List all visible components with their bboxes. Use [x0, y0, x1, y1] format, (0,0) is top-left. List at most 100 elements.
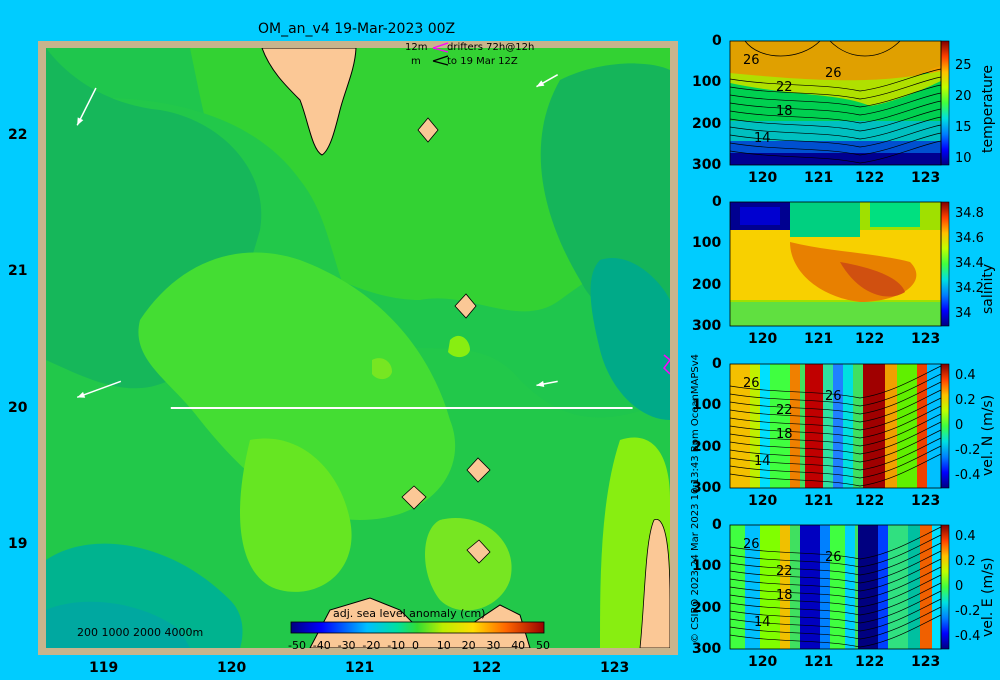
panel-colorbar	[940, 201, 950, 327]
contour-label: 22	[776, 564, 793, 579]
panel-xtick: 121	[804, 493, 834, 509]
panel-ytick: 200	[692, 599, 722, 616]
map-xtick-123: 123	[600, 660, 630, 676]
panel-colorbar-tick: 15	[955, 119, 972, 135]
panel-colorbar-tick: 10	[955, 150, 972, 166]
panel-colorbar-tick: 34	[955, 305, 972, 321]
panel-xtick: 122	[855, 654, 885, 670]
panel-xtick: 120	[748, 170, 778, 186]
contour-label: 18	[776, 427, 793, 442]
drifter-legend-date: to 19 Mar 12Z	[447, 56, 518, 67]
colorbar-tick: 50	[536, 639, 550, 652]
panel-ytick: 0	[712, 33, 722, 49]
panel-ytick: 0	[712, 517, 722, 533]
sea-level-colorbar	[290, 621, 545, 634]
panel-colorbar-tick: 0.4	[955, 529, 976, 545]
panel-xtick: 122	[855, 493, 885, 509]
panel-colorbar-label: vel. N (m/s)	[980, 394, 996, 476]
map-ytick-19: 19	[8, 536, 28, 552]
map-xtick-121: 121	[345, 660, 375, 676]
panel-ytick: 200	[692, 438, 722, 455]
contour-label: 14	[754, 615, 771, 630]
panel-ytick: 200	[692, 276, 722, 293]
panel-colorbar-tick: -0.2	[955, 603, 981, 619]
panel-ytick: 100	[692, 558, 722, 575]
panel-colorbar-tick: 0	[955, 418, 964, 433]
panel-colorbar-tick: 20	[955, 88, 972, 104]
panel-ytick: 300	[692, 480, 722, 496]
bathymetry-legend: 200 1000 2000 4000m	[77, 626, 204, 639]
colorbar-tick: 40	[511, 639, 526, 652]
colorbar-tick: 30	[486, 639, 501, 652]
contour-label: 14	[754, 454, 771, 469]
panel-colorbar-tick: 25	[955, 57, 972, 73]
map-ytick-21: 21	[8, 263, 28, 279]
contour-label: 26	[825, 389, 842, 404]
panel-colorbar-tick: 0	[955, 579, 964, 594]
colorbar-tick: 10	[436, 639, 451, 652]
panel-xtick: 121	[804, 170, 834, 186]
panel-colorbar	[940, 40, 950, 166]
panel-ytick: 100	[692, 397, 722, 414]
panel-colorbar-tick: -0.4	[955, 628, 981, 644]
panel-colorbar-tick: 0.2	[955, 393, 976, 409]
contour-label: 26	[825, 550, 842, 565]
contour-label: 22	[776, 80, 793, 95]
panel-xtick: 120	[748, 493, 778, 509]
colorbar-tick: 0	[412, 639, 419, 652]
panel-colorbar-label: temperature	[980, 65, 996, 153]
panel-colorbar-tick: -0.2	[955, 442, 981, 458]
panel-colorbar	[940, 524, 950, 650]
panel-ytick: 0	[712, 194, 722, 210]
contour-label: 26	[743, 376, 760, 391]
panel-xtick: 123	[911, 493, 941, 509]
colorbar-tick: -10	[387, 639, 406, 652]
drifter-legend-scale: 12m	[405, 42, 428, 53]
panel-xtick: 122	[855, 331, 885, 347]
contour-label: 18	[776, 588, 793, 603]
panel-xtick: 123	[911, 654, 941, 670]
panel-xtick: 120	[748, 654, 778, 670]
contour-label: 26	[743, 537, 760, 552]
map-ytick-22: 22	[8, 127, 28, 143]
colorbar-tick: -50	[288, 639, 306, 652]
panel-ytick: 300	[692, 157, 722, 173]
panel-colorbar-tick: 0.2	[955, 554, 976, 570]
panel-colorbar-label: salinity	[980, 263, 996, 314]
panel-xtick: 120	[748, 331, 778, 347]
panel-ytick: 100	[692, 74, 722, 91]
sea-level-field	[46, 48, 670, 648]
map-ytick-20: 20	[8, 400, 28, 416]
colorbar-tick: -40	[312, 639, 331, 652]
panel-colorbar-tick: -0.4	[955, 467, 981, 483]
panel-xtick: 121	[804, 331, 834, 347]
panel-colorbar-label: vel. E (m/s)	[980, 557, 996, 637]
contour-label: 14	[754, 131, 771, 146]
colorbar-tick: -30	[337, 639, 356, 652]
drifter-legend-unit: m	[411, 56, 421, 67]
panel-xtick: 121	[804, 654, 834, 670]
colorbar-tick: -20	[362, 639, 381, 652]
map-xtick-120: 120	[217, 660, 247, 676]
panel-colorbar-tick: 0.4	[955, 368, 976, 384]
contour-label: 26	[743, 53, 760, 68]
panel-ytick: 100	[692, 235, 722, 252]
panel-ytick: 300	[692, 641, 722, 657]
map-figure	[38, 40, 950, 655]
contour-label: 22	[776, 403, 793, 418]
drifter-legend-label: drifters 72h@12h	[447, 42, 535, 53]
map-xtick-122: 122	[472, 660, 502, 676]
panel-colorbar	[940, 363, 950, 489]
panel-ytick: 200	[692, 115, 722, 132]
panel-xtick: 122	[855, 170, 885, 186]
colorbar-label: adj. sea level anomaly (cm)	[333, 607, 486, 620]
panel-xtick: 123	[911, 331, 941, 347]
panel-ytick: 300	[692, 318, 722, 334]
panel-colorbar-tick: 34.8	[955, 206, 984, 222]
panel-ytick: 0	[712, 356, 722, 372]
map-xtick-119: 119	[89, 660, 119, 676]
colorbar-tick: 20	[461, 639, 476, 652]
contour-label: 18	[776, 104, 793, 119]
panel-xtick: 123	[911, 170, 941, 186]
panel-colorbar-tick: 34.6	[955, 231, 984, 247]
